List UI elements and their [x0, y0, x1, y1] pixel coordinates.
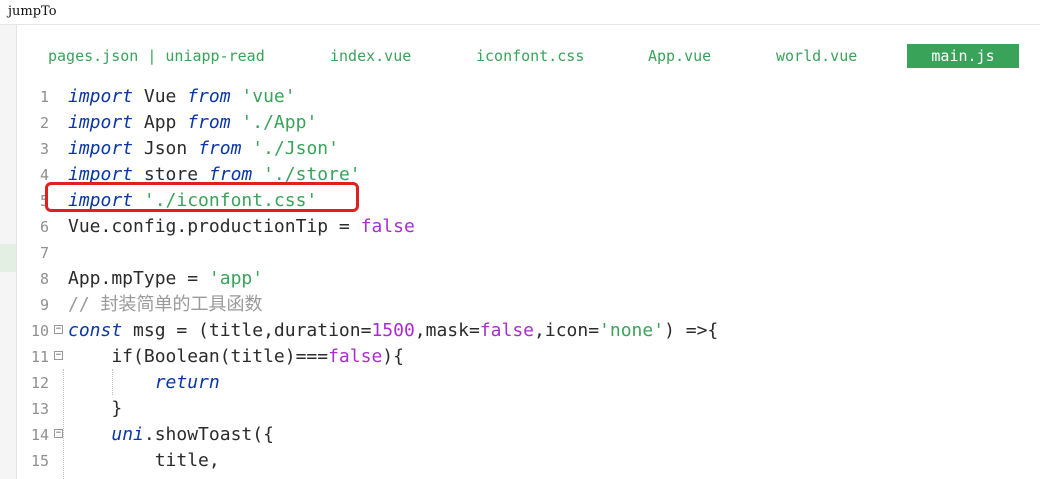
code-token: ,mask=: [414, 320, 480, 341]
code-token: ){: [382, 346, 404, 367]
code-text: title,: [68, 448, 220, 474]
fold-toggle-icon[interactable]: −: [54, 351, 63, 360]
code-token: return: [154, 372, 220, 393]
code-token: // 封装简单的工具函数: [68, 294, 263, 315]
indent-guide: [112, 369, 113, 395]
code-token: Vue: [133, 86, 188, 107]
code-text: App.mpType = 'app': [68, 266, 263, 292]
code-token: false: [328, 346, 383, 367]
code-token: 1500: [371, 320, 415, 341]
line-number: 9: [39, 296, 49, 314]
code-line[interactable]: 3 import Json from './Json': [17, 136, 1040, 162]
code-text: return: [68, 370, 220, 396]
tab-main-js[interactable]: main.js: [907, 44, 1019, 68]
line-number: 15: [30, 452, 49, 470]
line-number: 11: [30, 348, 49, 366]
code-line[interactable]: 15 title,: [17, 448, 1040, 474]
code-token: const: [68, 320, 123, 341]
gutter-marker: [0, 244, 16, 272]
line-number: 8: [39, 270, 49, 288]
code-token: 'none': [599, 320, 665, 341]
code-token: ) =>{: [664, 320, 719, 341]
code-line[interactable]: 12 return: [17, 370, 1040, 396]
line-number: 12: [30, 374, 49, 392]
code-text: import Vue from 'vue': [68, 84, 296, 110]
line-number: 14: [30, 426, 49, 444]
window-title: jumpTo: [8, 4, 57, 19]
tab-bar: pages.json | uniapp-read index.vue iconf…: [17, 44, 1040, 68]
code-text: if(Boolean(title)===false){: [68, 344, 404, 370]
code-line[interactable]: 7: [17, 240, 1040, 266]
code-editor[interactable]: 1 import Vue from 'vue' 2 import App from '…: [17, 84, 1040, 479]
tab-app-vue[interactable]: App.vue: [648, 44, 711, 68]
line-number: 1: [39, 88, 49, 106]
code-token: title,: [68, 450, 220, 471]
fold-toggle-icon[interactable]: −: [54, 429, 63, 438]
title-bar: jumpTo: [0, 0, 1040, 25]
code-token: import: [68, 112, 134, 133]
tab-pages-json[interactable]: pages.json | uniapp-read: [48, 44, 265, 68]
code-line[interactable]: 1 import Vue from 'vue': [17, 84, 1040, 110]
fold-toggle-icon[interactable]: −: [54, 325, 63, 334]
code-token: if(Boolean(title)===: [68, 346, 329, 367]
code-line[interactable]: 8 App.mpType = 'app': [17, 266, 1040, 292]
code-token: from: [187, 86, 231, 107]
code-line[interactable]: 9 // 封装简单的工具函数: [17, 292, 1040, 318]
code-line[interactable]: 14− uni.showToast({: [17, 422, 1040, 448]
code-text: Vue.config.productionTip = false: [68, 214, 415, 240]
line-number: 2: [39, 114, 49, 132]
code-token: ,icon=: [534, 320, 600, 341]
code-token: './App': [241, 112, 318, 133]
code-token: Vue.config.productionTip =: [68, 216, 361, 237]
code-token: Json: [133, 138, 199, 159]
code-text: uni.showToast({: [68, 422, 274, 448]
line-number: 13: [30, 400, 49, 418]
code-token: import: [68, 138, 134, 159]
tab-index-vue[interactable]: index.vue: [330, 44, 411, 68]
code-token: import: [68, 86, 134, 107]
code-token: App: [133, 112, 188, 133]
code-token: msg = (title,duration=: [122, 320, 372, 341]
code-text: // 封装简单的工具函数: [68, 292, 263, 318]
code-token: from: [198, 138, 242, 159]
code-token: from: [187, 112, 231, 133]
code-token: 'vue': [241, 86, 296, 107]
indent-guide: [63, 369, 64, 479]
code-line[interactable]: 10− const msg = (title,duration=1500,mask…: [17, 318, 1040, 344]
code-token: false: [479, 320, 535, 341]
tab-iconfont-css[interactable]: iconfont.css: [476, 44, 584, 68]
code-token: }: [68, 398, 123, 419]
code-text: const msg = (title,duration=1500,mask=fa…: [68, 318, 718, 344]
code-line[interactable]: 6 Vue.config.productionTip = false: [17, 214, 1040, 240]
code-text: import Json from './Json': [68, 136, 339, 162]
code-token: false: [360, 216, 415, 237]
line-number: 7: [39, 244, 49, 262]
highlight-box: [45, 182, 359, 212]
tab-world-vue[interactable]: world.vue: [776, 44, 857, 68]
code-line[interactable]: 2 import App from './App': [17, 110, 1040, 136]
line-number: 6: [39, 218, 49, 236]
code-token: './Json': [252, 138, 339, 159]
line-number: 3: [39, 140, 49, 158]
code-token: App.mpType =: [68, 268, 209, 289]
code-token: 'app': [208, 268, 264, 289]
code-text: import App from './App': [68, 110, 317, 136]
code-line[interactable]: 13 }: [17, 396, 1040, 422]
code-line[interactable]: 11− if(Boolean(title)===false){: [17, 344, 1040, 370]
code-token: .showToast({: [143, 424, 274, 445]
code-token: uni: [111, 424, 144, 445]
line-number: 4: [39, 166, 49, 184]
line-number: 10: [30, 322, 49, 340]
code-text: }: [68, 396, 122, 422]
